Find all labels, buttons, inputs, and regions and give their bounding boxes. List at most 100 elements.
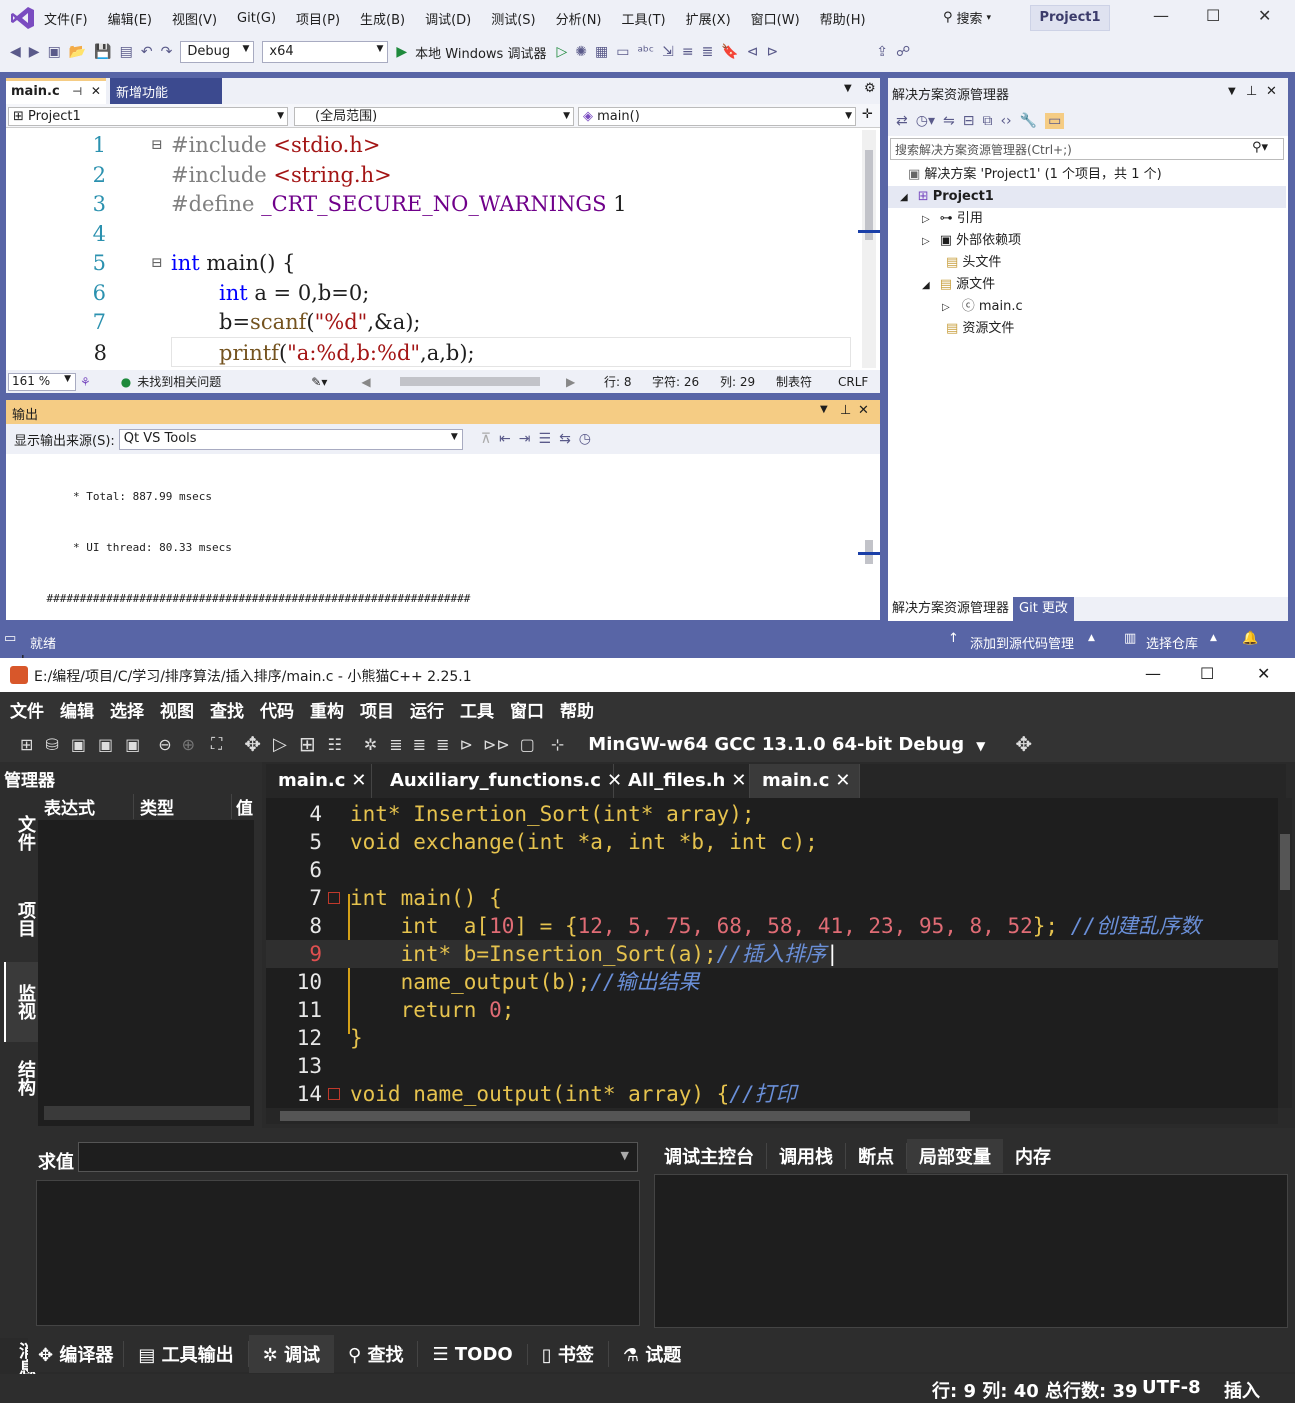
next-message-icon[interactable]: ⇥ (519, 431, 531, 447)
close-icon[interactable]: ✕ (351, 770, 366, 791)
intellicode-icon[interactable]: ⚘ (80, 375, 91, 389)
tab-memory[interactable]: 内存 (1003, 1143, 1063, 1169)
split-icon[interactable]: ✛ (862, 107, 873, 122)
local-variables-view[interactable] (654, 1174, 1288, 1328)
tab-all-files-h[interactable]: All_files.h ✕ (616, 764, 750, 798)
menu-view[interactable]: 视图 (160, 697, 194, 722)
fold-icon[interactable] (328, 892, 340, 904)
close-icon[interactable]: ✕ (1258, 6, 1271, 25)
bookmark-icon[interactable]: 🔖 (721, 44, 738, 60)
tab-auxiliary-functions[interactable]: Auxiliary_functions.c ✕ (378, 764, 622, 798)
spellcheck-icon[interactable]: ᵃᵇᶜ (637, 44, 654, 60)
fold-icon[interactable] (328, 1088, 340, 1100)
save-icon[interactable]: ▣ (71, 735, 86, 754)
back-icon[interactable]: ◀ (10, 44, 21, 60)
timestamp-icon[interactable]: ◷ (579, 431, 591, 447)
next-bookmark-icon[interactable]: ⊳ (766, 44, 778, 60)
collapse-icon[interactable]: ⊟ (151, 130, 163, 160)
tab-call-stack[interactable]: 调用栈 (767, 1143, 846, 1169)
dev-editor-horizontal-scrollbar[interactable] (266, 1108, 1278, 1124)
menu-help[interactable]: 帮助 (560, 697, 594, 722)
menu-project[interactable]: 项目 (360, 697, 394, 722)
eol-indicator[interactable]: CRLF (838, 375, 868, 389)
menu-test[interactable]: 测试(S) (491, 9, 535, 28)
menu-run[interactable]: 运行 (410, 697, 444, 722)
brush-icon[interactable]: ✎▾ (311, 375, 327, 389)
scroll-left-icon[interactable]: ◀ (361, 375, 370, 389)
continue-icon[interactable]: ⊳⊳ (483, 735, 510, 754)
tab-compiler[interactable]: ✥ 编译器 (28, 1341, 125, 1367)
tree-resource-files[interactable]: ▤ 资源文件 (946, 318, 1014, 340)
back-icon[interactable]: ⊖ (158, 735, 171, 754)
tree-external-deps[interactable]: ▷ ▣ 外部依赖项 (922, 230, 1021, 252)
code-icon[interactable]: ‹› (1000, 113, 1011, 129)
stop-icon[interactable]: ▢ (520, 735, 535, 754)
close-icon[interactable]: ✕ (858, 403, 869, 418)
config-select[interactable]: Debug ▼ (180, 41, 255, 63)
tree-project[interactable]: ◢ ⊞ Project1 (888, 186, 1286, 208)
side-tab-files[interactable]: 文件 (4, 798, 38, 868)
gear-icon[interactable]: ⚙ (864, 81, 876, 96)
uncomment-icon[interactable]: ≣ (702, 44, 714, 60)
project-scope-select[interactable]: ⊞ Project1 ▼ (8, 107, 288, 126)
redo-icon[interactable]: ↷ (161, 44, 173, 60)
tree-source-files[interactable]: ◢ ▤ 源文件 (922, 274, 995, 296)
scroll-thumb[interactable] (1280, 834, 1290, 890)
menu-extensions[interactable]: 扩展(X) (686, 9, 731, 28)
play-icon[interactable]: ▶ (396, 44, 407, 60)
compiler-options-icon[interactable]: ✥ (1015, 732, 1032, 756)
run-to-cursor-icon[interactable]: ⊳ (460, 735, 473, 754)
tab-todo[interactable]: ☰ TODO (418, 1343, 528, 1365)
menu-select[interactable]: 选择 (110, 697, 144, 722)
prev-message-icon[interactable]: ⇤ (499, 431, 511, 447)
run-debugger-button[interactable]: 本地 Windows 调试器 (415, 43, 546, 62)
add-watch-icon[interactable]: ⊹ (551, 735, 564, 754)
prev-bookmark-icon[interactable]: ⊲ (747, 44, 759, 60)
dev-editor-vertical-scrollbar[interactable] (1278, 798, 1292, 1108)
share-icon[interactable]: ⇪ (876, 44, 888, 60)
menu-refactor[interactable]: 重构 (310, 697, 344, 722)
tree-solution-root[interactable]: ▣ 解决方案 'Project1' (1 个项目，共 1 个) (908, 164, 1162, 186)
member-scope-select[interactable]: ◈ main() ▼ (578, 107, 856, 126)
collapse-icon[interactable]: ⊟ (151, 248, 163, 278)
side-tab-project[interactable]: 项目 (4, 884, 38, 954)
wrench-icon[interactable]: 🔧 (1020, 113, 1037, 129)
menu-analyze[interactable]: 分析(N) (556, 9, 602, 28)
debug-icon[interactable]: ✲ (364, 735, 377, 754)
new-project-icon[interactable]: ▣ (48, 44, 61, 60)
compile-icon[interactable]: ✥ (244, 732, 261, 756)
column-type[interactable]: 类型 (134, 793, 232, 819)
menu-tools[interactable]: 工具 (460, 697, 494, 722)
fullscreen-icon[interactable]: ⛶ (211, 734, 222, 754)
output-vertical-scrollbar[interactable] (858, 454, 880, 604)
code-editor[interactable]: 1 ⊟ #include <stdio.h> 2 #include <string.h… (6, 130, 856, 368)
close-icon[interactable]: ✕ (731, 770, 746, 791)
range-scope-select[interactable]: (全局范围) ▼ (294, 107, 574, 126)
layout-icon[interactable]: ▭ (616, 44, 629, 60)
column-expression[interactable]: 表达式 (38, 793, 134, 819)
tab-find[interactable]: ⚲ 查找 (334, 1341, 419, 1367)
menu-tools[interactable]: 工具(T) (622, 9, 666, 28)
minimize-icon[interactable]: — (1153, 6, 1169, 25)
find-message-icon[interactable]: ⊼ (481, 431, 491, 447)
step-into-icon[interactable]: ≣ (413, 735, 426, 754)
close-file-icon[interactable]: ▣ (125, 735, 140, 754)
step-icon[interactable]: ⇲ (662, 44, 674, 60)
sync-icon[interactable]: ⇋ (943, 113, 955, 129)
compile-run-icon[interactable]: ⊞ (299, 732, 316, 756)
comment-icon[interactable]: ≡ (682, 44, 694, 60)
close-icon[interactable]: ✕ (1266, 84, 1277, 99)
save-all-icon[interactable]: ▣ (98, 735, 113, 754)
menu-file[interactable]: 文件(F) (44, 9, 88, 28)
run-no-debug-icon[interactable]: ▷ (556, 44, 567, 60)
menu-window[interactable]: 窗口(W) (751, 9, 800, 28)
chevron-down-icon[interactable]: ▼ (1228, 86, 1236, 97)
history-icon[interactable]: ◷▾ (916, 113, 935, 129)
pin-icon[interactable]: ⊣ (72, 85, 82, 98)
tree-header-files[interactable]: ▤ 头文件 (946, 252, 1001, 274)
issues-status[interactable]: 未找到相关问题 (137, 373, 221, 390)
dev-code-editor[interactable]: 4 int* Insertion_Sort(int* array); 5 void … (266, 798, 1278, 1108)
menu-edit[interactable]: 编辑(E) (108, 9, 152, 28)
menu-help[interactable]: 帮助(H) (820, 9, 866, 28)
menu-build[interactable]: 生成(B) (360, 9, 405, 28)
